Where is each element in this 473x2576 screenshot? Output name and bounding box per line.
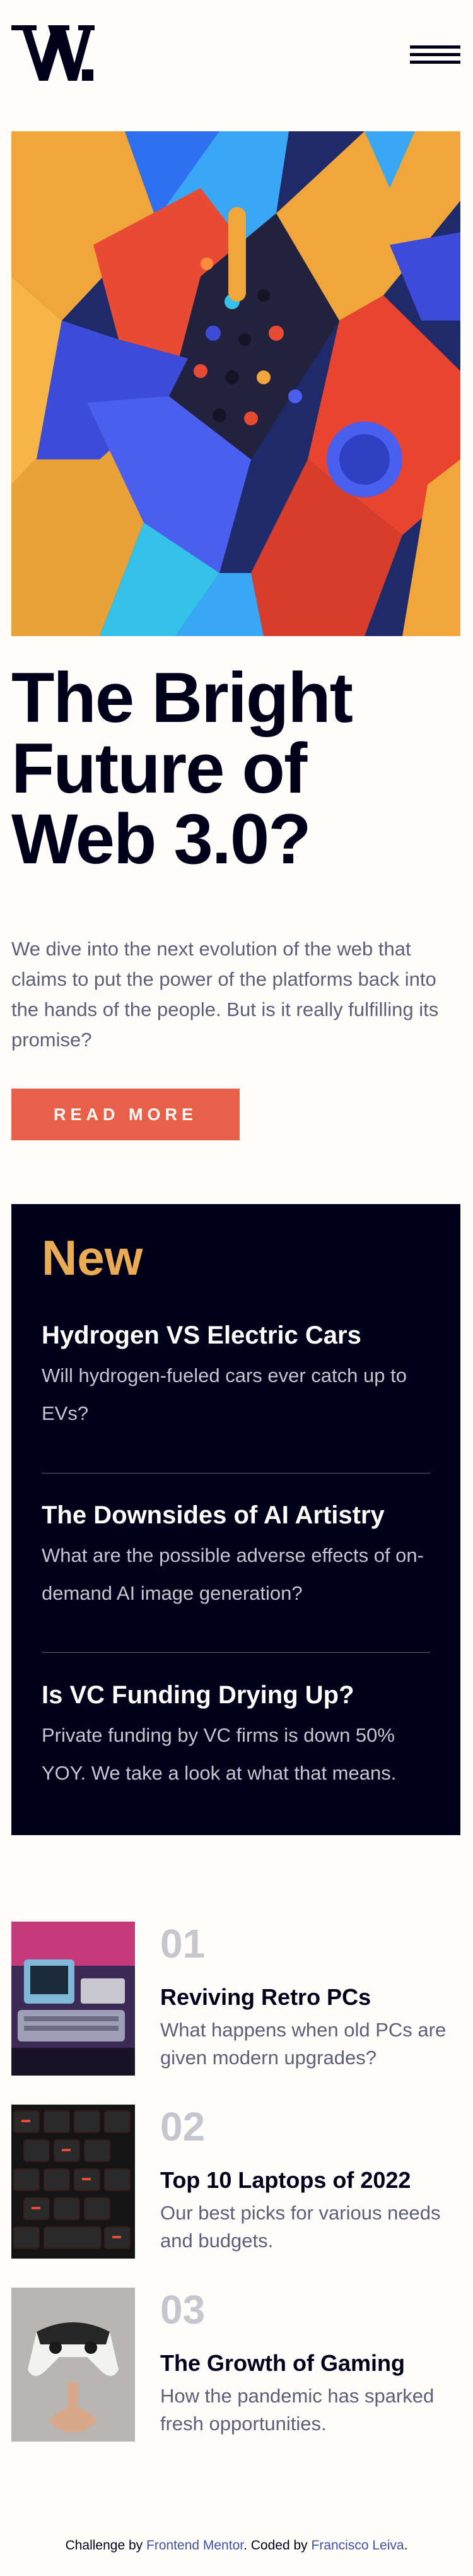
new-item: Is VC Funding Drying Up? Private funding…: [42, 1677, 430, 1792]
footer-prefix: Challenge by: [65, 2538, 146, 2553]
site-header: [0, 0, 473, 126]
game-controller-image: [11, 2288, 135, 2442]
new-item-title[interactable]: Hydrogen VS Electric Cars: [42, 1318, 430, 1353]
footer-middle: . Coded by: [243, 2538, 312, 2553]
article-title[interactable]: Reviving Retro PCs: [160, 1983, 371, 2011]
new-heading: New: [42, 1230, 143, 1285]
article-text: Our best picks for various needs and bud…: [160, 2202, 441, 2252]
article-text: What happens when old PCs are given mode…: [160, 2019, 447, 2069]
menu-bar: [410, 61, 460, 64]
new-item-text: What are the possible adverse effects of…: [42, 1544, 424, 1604]
frontend-mentor-link[interactable]: Frontend Mentor: [146, 2538, 243, 2553]
hero-title: The Bright Future of Web 3.0?: [11, 658, 353, 878]
abstract-3d-shapes-image: [11, 131, 460, 636]
hero-image: [11, 131, 460, 636]
article-text: How the pandemic has sparked fresh oppor…: [160, 2385, 435, 2435]
list-item: 02 Top 10 Laptops of 2022 Our best picks…: [11, 2105, 460, 2259]
new-panel: New Hydrogen VS Electric Cars Will hydro…: [11, 1204, 460, 1835]
article-number: 02: [160, 2104, 206, 2149]
attribution-footer: Challenge by Frontend Mentor. Coded by F…: [0, 2538, 473, 2553]
new-item-title[interactable]: Is VC Funding Drying Up?: [42, 1677, 430, 1713]
divider: [42, 1652, 430, 1653]
logo-icon[interactable]: [11, 23, 95, 83]
article-title[interactable]: The Growth of Gaming: [160, 2349, 405, 2377]
retro-pc-image: [11, 1922, 135, 2076]
read-more-button[interactable]: READ MORE: [11, 1089, 240, 1140]
laptop-keyboard-image: [11, 2105, 135, 2259]
divider: [42, 1473, 430, 1474]
list-item: 03 The Growth of Gaming How the pandemic…: [11, 2288, 460, 2442]
new-item-text: Private funding by VC firms is down 50% …: [42, 1724, 397, 1784]
new-item: The Downsides of AI Artistry What are th…: [42, 1498, 430, 1612]
article-number: 03: [160, 2287, 206, 2332]
new-item: Hydrogen VS Electric Cars Will hydrogen-…: [42, 1318, 430, 1433]
list-item: 01 Reviving Retro PCs What happens when …: [11, 1922, 460, 2076]
hero-description: We dive into the next evolution of the w…: [11, 938, 439, 1051]
author-link[interactable]: Francisco Leiva: [312, 2538, 404, 2553]
article-title[interactable]: Top 10 Laptops of 2022: [160, 2166, 411, 2194]
new-item-text: Will hydrogen-fueled cars ever catch up …: [42, 1364, 407, 1424]
hamburger-menu-icon[interactable]: [410, 45, 460, 64]
new-item-title[interactable]: The Downsides of AI Artistry: [42, 1498, 430, 1533]
menu-bar: [410, 53, 460, 56]
article-number: 01: [160, 1921, 206, 1966]
footer-suffix: .: [404, 2538, 408, 2553]
menu-bar: [410, 45, 460, 49]
